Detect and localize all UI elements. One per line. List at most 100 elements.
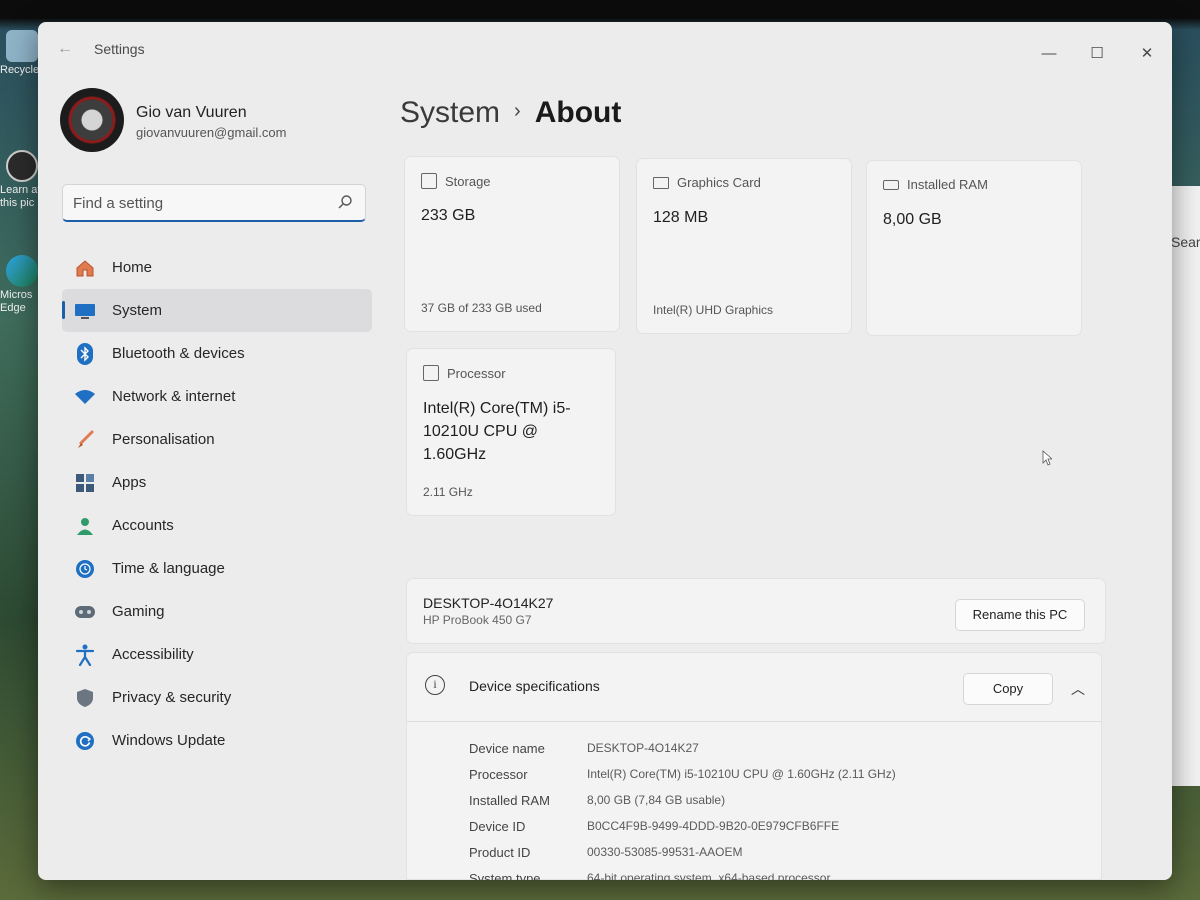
sidebar-item-gaming[interactable]: Gaming: [62, 590, 372, 633]
spec-value: 8,00 GB (7,84 GB usable): [587, 793, 726, 807]
sidebar-item-windows-update[interactable]: Windows Update: [62, 719, 372, 762]
graphics-card-icon: [653, 176, 669, 189]
brush-icon: [74, 429, 96, 451]
minimize-button[interactable]: —: [1034, 42, 1064, 66]
desktop-icon-label: Micros Edge: [0, 289, 33, 314]
spec-key: Installed RAM: [469, 792, 550, 808]
spec-value: 64-bit operating system, x64-based proce…: [587, 871, 831, 880]
sidebar-item-privacy-security[interactable]: Privacy & security: [62, 676, 372, 719]
person-icon: [74, 515, 96, 537]
page-title: About: [534, 96, 622, 129]
sidebar-item-network[interactable]: Network & internet: [62, 375, 372, 418]
device-specifications-list: Device name DESKTOP-4O14K27 Processor In…: [469, 735, 896, 881]
sidebar-nav: Home System Bluetooth & devices Network …: [62, 246, 372, 762]
copy-button[interactable]: Copy: [963, 673, 1053, 705]
sidebar-item-label: Apps: [112, 474, 147, 491]
spec-key: Device name: [469, 740, 545, 756]
spec-value: Intel(R) Core(TM) i5-10210U CPU @ 1.60GH…: [587, 767, 896, 781]
edge-icon: [6, 255, 38, 287]
processor-card[interactable]: Processor Intel(R) Core(TM) i5-10210U CP…: [406, 348, 616, 516]
graphics-label: Graphics Card: [677, 175, 761, 190]
sidebar-item-label: Accessibility: [112, 646, 194, 663]
spec-value: DESKTOP-4O14K27: [587, 741, 699, 755]
spec-key: Device ID: [469, 818, 526, 834]
profile-email: giovanvuuren@gmail.com: [136, 125, 287, 140]
ram-label: Installed RAM: [907, 177, 988, 192]
pc-name: DESKTOP-4O14K27: [423, 595, 554, 611]
processor-card-header: Processor: [423, 365, 506, 381]
spec-value: 00330-53085-99531-AAOEM: [587, 845, 743, 859]
search-input[interactable]: [73, 192, 323, 214]
graphics-value: 128 MB: [653, 209, 709, 226]
pc-model: HP ProBook 450 G7: [423, 613, 532, 627]
spec-row: Product ID 00330-53085-99531-AAOEM: [469, 839, 896, 865]
processor-value: Intel(R) Core(TM) i5-10210U CPU @ 1.60GH…: [423, 400, 571, 463]
desktop-icon-label: Learn at this pic: [0, 184, 41, 209]
home-icon: [74, 257, 96, 279]
sidebar-item-label: Windows Update: [112, 732, 226, 749]
spec-key: Product ID: [469, 844, 531, 860]
sidebar-item-label: Bluetooth & devices: [112, 345, 245, 362]
ram-value: 8,00 GB: [883, 211, 942, 228]
update-icon: [74, 730, 96, 752]
processor-icon: [423, 365, 439, 381]
pc-name-row: DESKTOP-4O14K27 HP ProBook 450 G7 Rename…: [406, 578, 1106, 644]
sidebar-item-label: Home: [112, 259, 153, 276]
search-icon[interactable]: [337, 194, 353, 210]
sidebar-item-home[interactable]: Home: [62, 246, 372, 289]
title-bar: ← Settings — ☐ ✕: [38, 22, 1172, 78]
spec-row: Device ID B0CC4F9B-9499-4DDD-9B20-0E979C…: [469, 813, 896, 839]
close-button[interactable]: ✕: [1132, 42, 1162, 66]
desktop-icon-label: Recycle: [0, 64, 40, 76]
user-profile[interactable]: Gio van Vuuren giovanvuuren@gmail.com: [60, 88, 380, 154]
spec-row: Installed RAM 8,00 GB (7,84 GB usable): [469, 787, 896, 813]
storage-card[interactable]: Storage 233 GB 37 GB of 233 GB used: [404, 156, 620, 332]
recycle-bin-icon: [6, 30, 38, 62]
ram-card[interactable]: Installed RAM 8,00 GB: [866, 160, 1082, 336]
sidebar-item-accounts[interactable]: Accounts: [62, 504, 372, 547]
sidebar-item-label: Privacy & security: [112, 689, 232, 706]
sidebar-item-accessibility[interactable]: Accessibility: [62, 633, 372, 676]
spec-key: Processor: [469, 766, 528, 782]
storage-usage: 37 GB of 233 GB used: [421, 301, 542, 315]
divider: [407, 721, 1101, 722]
storage-card-header: Storage: [421, 173, 491, 189]
breadcrumb-chevron-icon: ›: [514, 100, 521, 122]
sidebar-item-bluetooth[interactable]: Bluetooth & devices: [62, 332, 372, 375]
sidebar-item-label: Network & internet: [112, 388, 236, 405]
spec-row: Device name DESKTOP-4O14K27: [469, 735, 896, 761]
sidebar-item-time-language[interactable]: Time & language: [62, 547, 372, 590]
graphics-card[interactable]: Graphics Card 128 MB Intel(R) UHD Graphi…: [636, 158, 852, 334]
profile-name: Gio van Vuuren: [136, 104, 247, 121]
search-box[interactable]: [62, 184, 366, 222]
ram-card-header: Installed RAM: [883, 177, 988, 192]
sidebar-item-system[interactable]: System: [62, 289, 372, 332]
device-specifications-title: Device specifications: [469, 678, 600, 694]
camera-icon: [6, 150, 38, 182]
sidebar-item-label: Gaming: [112, 603, 165, 620]
processor-label: Processor: [447, 365, 506, 381]
spec-key: System type: [469, 870, 541, 881]
breadcrumb: System › About: [400, 96, 621, 130]
sidebar-item-label: Personalisation: [112, 431, 215, 448]
breadcrumb-parent[interactable]: System: [400, 96, 500, 129]
mouse-cursor-icon: [1042, 450, 1052, 466]
sidebar-item-label: Accounts: [112, 517, 174, 534]
storage-icon: [421, 173, 437, 189]
sidebar-item-label: System: [112, 302, 163, 319]
spec-value: B0CC4F9B-9499-4DDD-9B20-0E979CFB6FFE: [587, 819, 840, 833]
settings-window: ← Settings — ☐ ✕ Gio van Vuuren giovanvu…: [38, 22, 1172, 880]
memory-icon: [883, 179, 899, 190]
avatar[interactable]: [60, 88, 124, 152]
rename-pc-button[interactable]: Rename this PC: [955, 599, 1085, 631]
sidebar-item-apps[interactable]: Apps: [62, 461, 372, 504]
graphics-card-header: Graphics Card: [653, 175, 761, 190]
sidebar-item-personalisation[interactable]: Personalisation: [62, 418, 372, 461]
chevron-up-icon[interactable]: ︿: [1071, 679, 1085, 699]
graphics-name: Intel(R) UHD Graphics: [653, 303, 774, 317]
maximize-button[interactable]: ☐: [1082, 42, 1112, 66]
bluetooth-icon: [74, 342, 96, 365]
sidebar-item-label: Time & language: [112, 560, 225, 577]
device-specifications-header[interactable]: i Device specifications Copy ︿: [407, 653, 1101, 721]
back-arrow-icon[interactable]: ←: [54, 38, 76, 60]
